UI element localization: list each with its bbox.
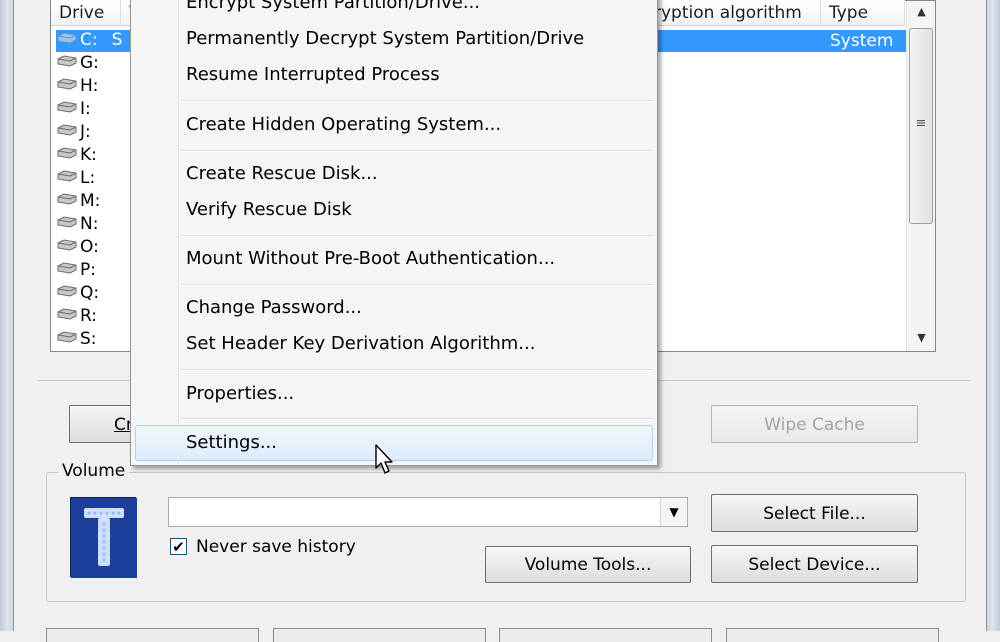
scroll-down-arrow-icon[interactable]: ▼	[907, 327, 936, 349]
table-row[interactable]: L:	[56, 167, 95, 190]
menu-icon-gutter	[178, 0, 180, 465]
menu-separator	[181, 235, 653, 237]
scrollbar-grip-icon: ≡	[915, 116, 927, 131]
menu-item-create-hidden-os[interactable]: Create Hidden Operating System...	[186, 112, 501, 138]
volume-tools-button[interactable]: Volume Tools...	[485, 546, 691, 583]
chevron-down-icon[interactable]: ▼	[660, 498, 687, 526]
drive-letter: N:	[80, 214, 99, 234]
menu-separator	[181, 418, 653, 420]
select-file-button[interactable]: Select File...	[711, 494, 918, 532]
table-row[interactable]: G:	[56, 52, 99, 75]
wipe-cache-button[interactable]: Wipe Cache	[711, 405, 918, 443]
never-save-history-label: Never save history	[196, 537, 356, 557]
table-row[interactable]: O:	[56, 236, 99, 259]
table-row[interactable]: H:	[56, 75, 99, 98]
drive-letter: J:	[80, 122, 91, 142]
hard-drive-icon	[56, 262, 78, 274]
drive-letter: S:	[80, 329, 97, 349]
table-row[interactable]: P:	[56, 259, 96, 282]
column-header-drive[interactable]: Drive	[51, 0, 121, 26]
hard-drive-icon	[56, 193, 78, 205]
select-file-label: Select File...	[763, 504, 866, 524]
hard-drive-icon	[56, 308, 78, 320]
drive-letter: Q:	[80, 283, 100, 303]
bottom-button-2[interactable]	[273, 628, 486, 642]
menu-separator	[181, 100, 653, 102]
table-row[interactable]: K:	[56, 144, 97, 167]
hard-drive-icon	[56, 285, 78, 297]
select-device-label: Select Device...	[748, 555, 881, 575]
hard-drive-icon	[56, 331, 78, 343]
drive-letter: O:	[80, 237, 99, 257]
table-row[interactable]: I:	[56, 98, 91, 121]
bottom-button-3[interactable]	[499, 628, 712, 642]
hard-drive-icon	[56, 239, 78, 251]
menu-item-verify-rescue-disk[interactable]: Verify Rescue Disk	[186, 197, 352, 223]
hard-drive-icon	[56, 147, 78, 159]
menu-item-resume-interrupted[interactable]: Resume Interrupted Process	[186, 62, 440, 88]
table-row[interactable]: M:	[56, 190, 100, 213]
table-row[interactable]: Q:	[56, 282, 99, 305]
table-row[interactable]: J:	[56, 121, 91, 144]
drive-letter: M:	[80, 191, 101, 211]
drive-letter: K:	[80, 145, 97, 165]
system-drive-icon	[56, 32, 78, 44]
never-save-history-checkbox[interactable]: ✔	[170, 538, 187, 555]
hard-drive-icon	[56, 124, 78, 136]
drive-letter: L:	[80, 168, 96, 188]
table-row[interactable]: S:	[56, 328, 97, 351]
volume-group-label: Volume	[58, 460, 130, 482]
volume-path: S	[111, 30, 123, 50]
bottom-button-1[interactable]	[46, 628, 259, 642]
menu-separator	[181, 150, 653, 152]
hard-drive-icon	[56, 216, 78, 228]
menu-item-properties[interactable]: Properties...	[186, 381, 294, 407]
drive-letter: C:	[80, 30, 98, 50]
hard-drive-icon	[56, 78, 78, 90]
window-right-border	[986, 0, 1000, 631]
volume-path-combobox[interactable]	[168, 497, 688, 527]
window-left-border	[0, 0, 14, 631]
menu-item-encrypt-system[interactable]: Encrypt System Partition/Drive...	[186, 0, 480, 16]
menu-item-change-password[interactable]: Change Password...	[186, 295, 362, 321]
logo-icon	[71, 498, 137, 578]
table-row[interactable]: N:	[56, 213, 98, 236]
table-row[interactable]: C: S	[56, 29, 122, 52]
volume-tools-label: Volume Tools...	[524, 555, 652, 575]
scroll-up-arrow-icon[interactable]: ▲	[907, 1, 936, 23]
hard-drive-icon	[56, 170, 78, 182]
menu-item-header-key-derivation[interactable]: Set Header Key Derivation Algorithm...	[186, 331, 535, 357]
menu-item-settings[interactable]: Settings...	[186, 430, 277, 456]
table-row[interactable]: R:	[56, 305, 97, 328]
menu-separator	[181, 369, 653, 371]
menu-separator	[181, 284, 653, 286]
drive-letter: H:	[80, 76, 99, 96]
menu-item-create-rescue-disk[interactable]: Create Rescue Disk...	[186, 161, 378, 187]
bottom-button-4[interactable]	[726, 628, 939, 642]
drive-letter: I:	[80, 99, 91, 119]
menu-item-mount-without-preboot[interactable]: Mount Without Pre-Boot Authentication...	[186, 246, 555, 272]
mouse-pointer-icon	[374, 444, 396, 476]
wipe-cache-label: Wipe Cache	[764, 415, 865, 435]
column-header-encryption-algorithm[interactable]: ryption algorithm	[651, 0, 821, 26]
hard-drive-icon	[56, 55, 78, 67]
menu-item-permanently-decrypt[interactable]: Permanently Decrypt System Partition/Dri…	[186, 26, 584, 52]
drive-letter: P:	[80, 260, 96, 280]
select-device-button[interactable]: Select Device...	[711, 545, 918, 583]
hard-drive-icon	[56, 101, 78, 113]
drive-type: System	[830, 31, 894, 51]
drive-letter: G:	[80, 53, 99, 73]
column-header-type[interactable]: Type	[821, 0, 905, 26]
drive-letter: R:	[80, 306, 98, 326]
veracrypt-logo	[70, 497, 137, 578]
